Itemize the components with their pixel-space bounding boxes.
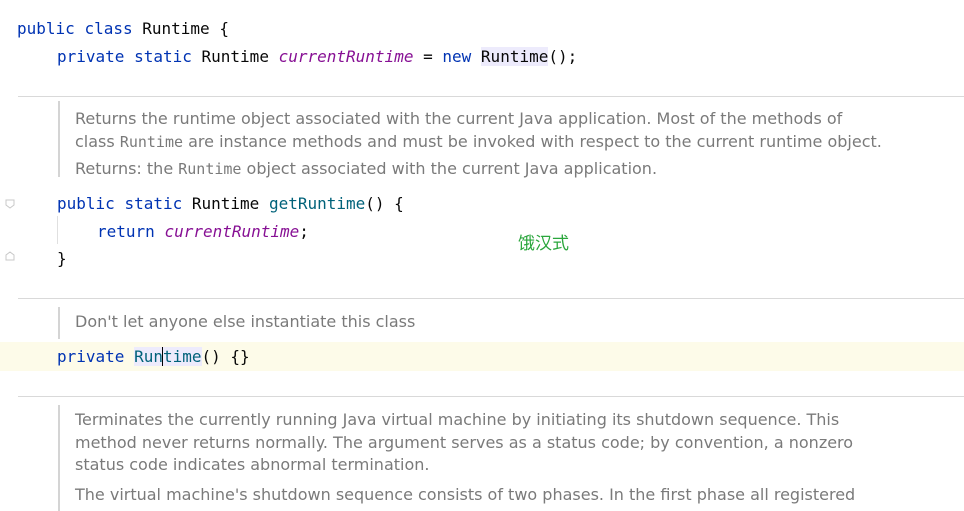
keyword-new: new bbox=[442, 47, 472, 66]
doc-text: Returns: the bbox=[75, 159, 179, 178]
assign-operator: = bbox=[423, 47, 433, 66]
code-line-class-declaration[interactable]: public class Runtime { bbox=[17, 19, 229, 39]
doc-line: The virtual machine's shutdown sequence … bbox=[75, 485, 856, 504]
call-tail: (); bbox=[548, 47, 578, 66]
doc-code: Runtime bbox=[178, 160, 242, 178]
indent-guide bbox=[57, 216, 58, 244]
doc-line: class Runtime are instance methods and m… bbox=[75, 130, 882, 154]
keyword-public: public bbox=[57, 194, 115, 213]
doc-text: class bbox=[75, 132, 120, 151]
fold-end-icon[interactable] bbox=[5, 251, 15, 261]
doc-line: Don't let anyone else instantiate this c… bbox=[75, 312, 416, 331]
code-line-private-constructor[interactable]: private Runtime() {} bbox=[57, 347, 250, 367]
constructor-call: Runtime bbox=[480, 47, 549, 66]
semicolon: ; bbox=[299, 222, 309, 241]
doc-returns-line: Returns: the Runtime object associated w… bbox=[75, 157, 657, 181]
constructor-name-end: time bbox=[162, 347, 202, 366]
code-line-return-statement[interactable]: return currentRuntime; bbox=[97, 222, 309, 242]
field-current-runtime: currentRuntime bbox=[164, 222, 300, 241]
keyword-private: private bbox=[57, 347, 125, 366]
keyword-static: static bbox=[124, 194, 183, 213]
doc-line: Terminates the currently running Java vi… bbox=[75, 410, 840, 429]
doc-text: object associated with the current Java … bbox=[241, 159, 658, 178]
annotation-label: 饿汉式 bbox=[518, 234, 569, 254]
code-line-field-declaration[interactable]: private static Runtime currentRuntime = … bbox=[57, 47, 577, 67]
doc-line: method never returns normally. The argum… bbox=[75, 433, 854, 452]
keyword-static: static bbox=[134, 47, 192, 66]
doc-bar bbox=[58, 101, 60, 177]
open-brace: { bbox=[219, 19, 229, 38]
field-type: Runtime bbox=[201, 47, 269, 66]
code-line-method-declaration[interactable]: public static Runtime getRuntime() { bbox=[57, 194, 404, 214]
keyword-public: public bbox=[17, 19, 75, 38]
keyword-class: class bbox=[84, 19, 133, 38]
code-line-close-brace[interactable]: } bbox=[57, 249, 67, 269]
doc-bar bbox=[58, 405, 60, 511]
code-editor[interactable]: public class Runtime { private static Ru… bbox=[0, 0, 964, 511]
method-signature-tail: () { bbox=[365, 194, 404, 213]
constructor-name-start: Run bbox=[134, 347, 163, 366]
doc-text: are instance methods and must be invoked… bbox=[183, 132, 882, 151]
method-get-runtime: getRuntime bbox=[268, 194, 366, 213]
return-type: Runtime bbox=[191, 194, 260, 213]
close-brace: } bbox=[57, 249, 67, 268]
fold-collapse-icon[interactable] bbox=[5, 199, 15, 209]
constructor-body: () {} bbox=[201, 347, 250, 366]
doc-code: Runtime bbox=[119, 133, 184, 151]
doc-bar bbox=[58, 307, 60, 339]
doc-line: status code indicates abnormal terminati… bbox=[75, 455, 430, 474]
class-name: Runtime bbox=[142, 19, 210, 38]
keyword-private: private bbox=[57, 47, 125, 66]
keyword-return: return bbox=[97, 222, 155, 241]
doc-line: Returns the runtime object associated wi… bbox=[75, 109, 843, 128]
field-current-runtime: currentRuntime bbox=[278, 47, 414, 66]
